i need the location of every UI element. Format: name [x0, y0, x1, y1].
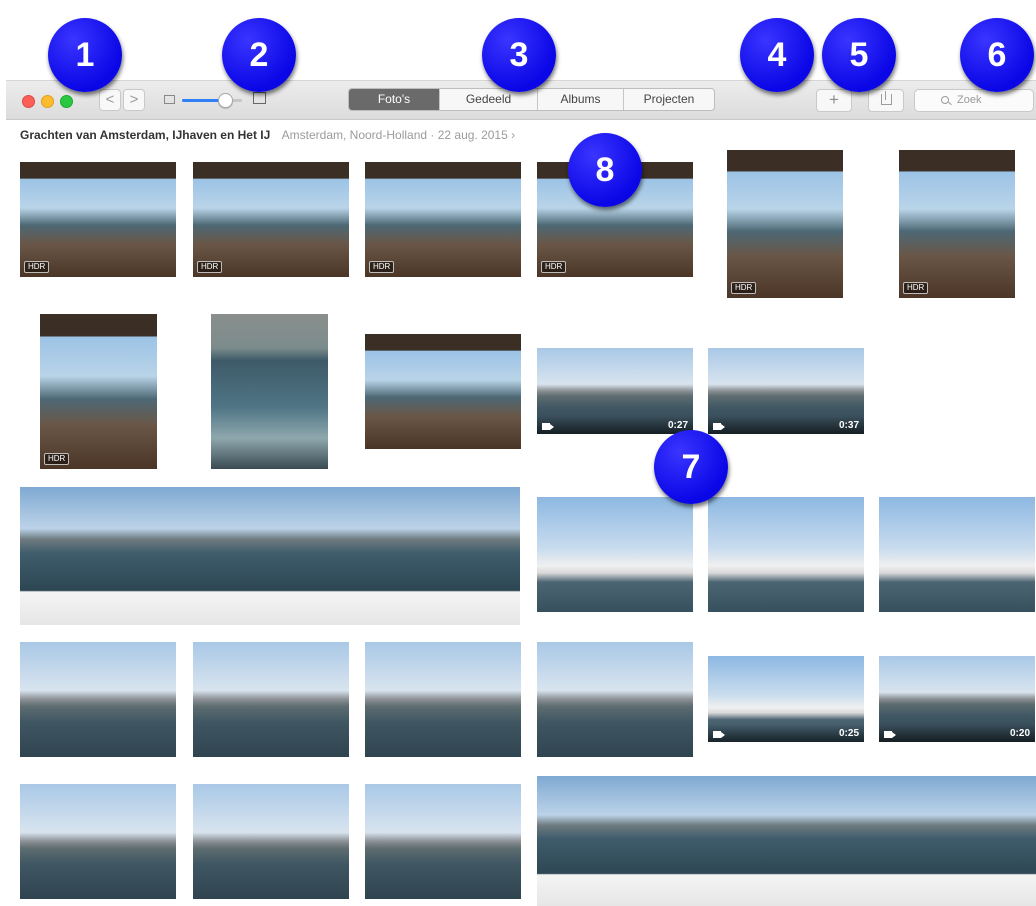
tab-fotos[interactable]: Foto's	[349, 89, 439, 110]
hdr-badge: HDR	[731, 282, 757, 294]
hdr-badge: HDR	[369, 261, 395, 273]
photo-thumbnail[interactable]	[708, 497, 864, 612]
photo-image	[211, 314, 328, 469]
video-duration: 0:25	[838, 728, 859, 739]
photo-image	[365, 642, 521, 757]
photo-thumbnail[interactable]	[537, 776, 1036, 906]
video-duration: 0:20	[1009, 728, 1030, 739]
photo-thumbnail[interactable]: HDR	[365, 162, 521, 277]
photo-thumbnail[interactable]: HDR	[193, 162, 349, 277]
moment-header[interactable]: Grachten van Amsterdam, IJhaven en Het I…	[20, 128, 515, 142]
photo-thumbnail[interactable]	[20, 487, 520, 625]
photo-image	[879, 497, 1035, 612]
photo-image	[899, 150, 1015, 298]
photo-image	[20, 642, 176, 757]
photo-image	[537, 776, 1036, 906]
tab-projecten[interactable]: Projecten	[623, 89, 714, 110]
video-camera-icon	[713, 731, 725, 738]
share-arrow	[885, 91, 886, 100]
photo-image	[40, 314, 157, 469]
back-button[interactable]: <	[99, 89, 121, 111]
close-window-button[interactable]	[22, 95, 35, 108]
photo-thumbnail[interactable]	[365, 642, 521, 757]
video-camera-icon	[713, 423, 725, 430]
photo-thumbnail[interactable]	[193, 784, 349, 899]
video-duration: 0:37	[838, 420, 859, 431]
tab-albums[interactable]: Albums	[537, 89, 623, 110]
photo-image	[20, 784, 176, 899]
photo-thumbnail[interactable]	[20, 784, 176, 899]
video-thumbnail[interactable]: 0:20	[879, 656, 1035, 742]
photo-image	[537, 642, 693, 757]
video-camera-icon	[542, 423, 554, 430]
callout-4: 4	[740, 18, 814, 92]
photo-thumbnail[interactable]	[365, 784, 521, 899]
forward-button[interactable]: >	[123, 89, 145, 111]
small-thumbnail-icon	[164, 95, 175, 104]
video-info-bar: 0:37	[708, 416, 864, 434]
photo-thumbnail[interactable]	[193, 642, 349, 757]
photo-image	[365, 334, 521, 449]
callout-2: 2	[222, 18, 296, 92]
video-info-bar: 0:27	[537, 416, 693, 434]
hdr-badge: HDR	[44, 453, 70, 465]
moment-location-date[interactable]: Amsterdam, Noord-Holland · 22 aug. 2015 …	[282, 128, 515, 142]
zoom-slider-knob[interactable]	[218, 93, 233, 108]
photo-image	[20, 162, 176, 277]
hdr-badge: HDR	[24, 261, 50, 273]
search-icon-handle	[948, 101, 952, 106]
add-button[interactable]: +	[816, 89, 852, 112]
hdr-badge: HDR	[903, 282, 929, 294]
photo-image	[537, 497, 693, 612]
photo-image	[193, 784, 349, 899]
photo-thumbnail[interactable]	[879, 497, 1035, 612]
photo-thumbnail[interactable]	[537, 497, 693, 612]
photo-thumbnail[interactable]: HDR	[20, 162, 176, 277]
search-input[interactable]: Zoek	[914, 89, 1034, 112]
moment-title: Grachten van Amsterdam, IJhaven en Het I…	[20, 128, 271, 142]
photo-thumbnail[interactable]	[537, 642, 693, 757]
tab-gedeeld[interactable]: Gedeeld	[439, 89, 537, 110]
video-camera-icon	[884, 731, 896, 738]
search-placeholder: Zoek	[957, 94, 982, 106]
callout-8: 8	[568, 133, 642, 207]
zoom-window-button[interactable]	[60, 95, 73, 108]
share-button[interactable]	[868, 89, 904, 112]
video-thumbnail[interactable]: 0:25	[708, 656, 864, 742]
photo-image	[708, 497, 864, 612]
photo-thumbnail[interactable]: HDR	[40, 314, 157, 469]
photo-thumbnail[interactable]: HDR	[899, 150, 1015, 298]
photo-image	[193, 162, 349, 277]
photo-thumbnail[interactable]	[20, 642, 176, 757]
photo-image	[365, 784, 521, 899]
video-info-bar: 0:25	[708, 724, 864, 742]
share-icon	[881, 94, 892, 105]
photo-image	[20, 487, 520, 625]
callout-7: 7	[654, 430, 728, 504]
video-info-bar: 0:20	[879, 724, 1035, 742]
view-tabs: Foto's Gedeeld Albums Projecten	[348, 88, 715, 111]
large-thumbnail-icon	[253, 92, 266, 104]
photo-image	[365, 162, 521, 277]
video-thumbnail[interactable]: 0:37	[708, 348, 864, 434]
callout-3: 3	[482, 18, 556, 92]
photo-thumbnail[interactable]: HDR	[727, 150, 843, 298]
callout-5: 5	[822, 18, 896, 92]
hdr-badge: HDR	[541, 261, 567, 273]
photo-thumbnail[interactable]	[211, 314, 328, 469]
photo-thumbnail[interactable]	[365, 334, 521, 449]
minimize-window-button[interactable]	[41, 95, 54, 108]
photo-image	[193, 642, 349, 757]
photo-image	[727, 150, 843, 298]
hdr-badge: HDR	[197, 261, 223, 273]
zoom-slider[interactable]	[182, 93, 242, 108]
callout-6: 6	[960, 18, 1034, 92]
callout-1: 1	[48, 18, 122, 92]
video-thumbnail[interactable]: 0:27	[537, 348, 693, 434]
